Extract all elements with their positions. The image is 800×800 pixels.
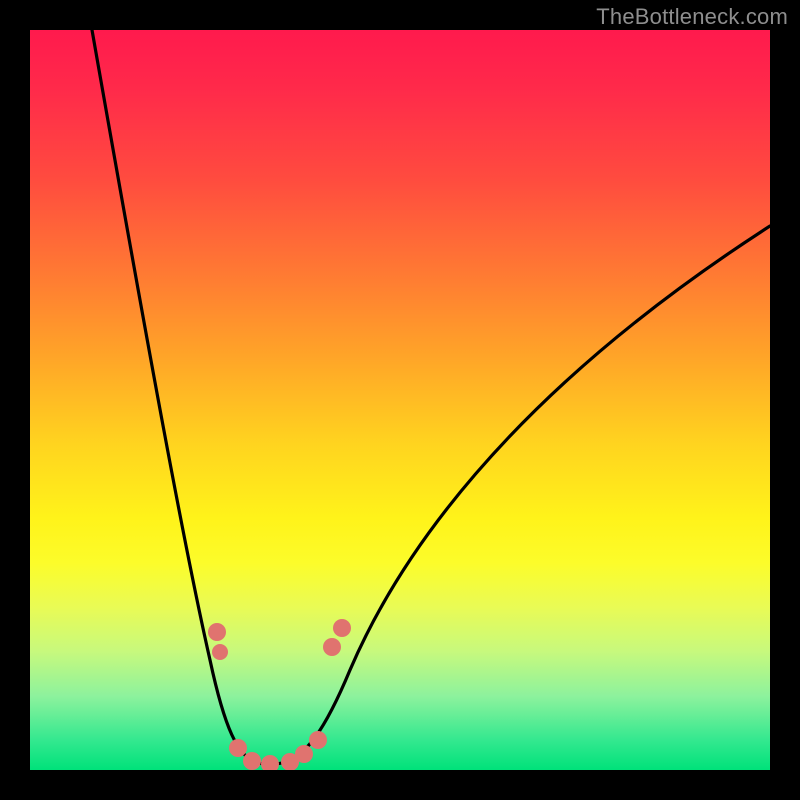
data-marker — [333, 619, 351, 637]
data-marker — [295, 745, 313, 763]
data-marker — [309, 731, 327, 749]
data-marker — [208, 623, 226, 641]
chart-frame: TheBottleneck.com — [0, 0, 800, 800]
data-marker — [229, 739, 247, 757]
data-marker — [243, 752, 261, 770]
curve-left — [92, 30, 282, 764]
data-marker — [261, 755, 279, 770]
data-marker — [323, 638, 341, 656]
watermark-text: TheBottleneck.com — [596, 4, 788, 30]
plot-area — [30, 30, 770, 770]
curve-right — [282, 226, 770, 763]
curve-layer — [30, 30, 770, 770]
data-marker — [212, 644, 228, 660]
